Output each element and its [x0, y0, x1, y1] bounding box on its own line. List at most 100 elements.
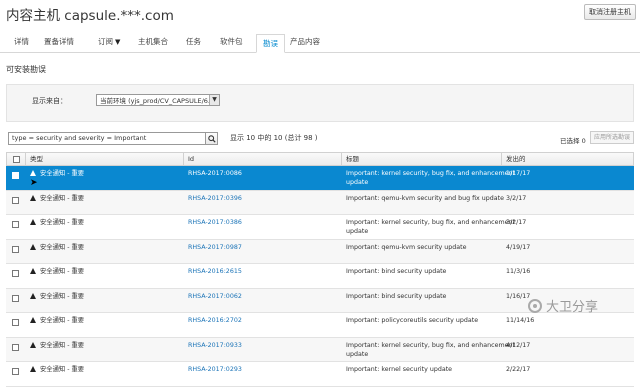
row-type: 安全通知 - 重要 — [30, 264, 180, 276]
show-from-label: 显示来自： — [32, 97, 67, 105]
table-row[interactable]: 安全通知 - 重要 RHSA-2017:0293 Important: kernel… — [6, 362, 634, 387]
row-title: Important: kernel security, bug fix, and… — [346, 219, 515, 235]
row-type: 安全通知 - 重要 — [30, 215, 180, 227]
tab-details[interactable]: 详情 — [14, 36, 29, 47]
row-date: 4/12/17 — [506, 341, 531, 349]
row-type-label: 安全通知 - 重要 — [40, 268, 85, 275]
row-id-link[interactable]: RHSA-2016:2702 — [188, 313, 338, 325]
row-date: 4/19/17 — [506, 243, 531, 251]
warning-icon — [30, 170, 36, 176]
table-row[interactable]: 安全通知 - 重要 RHSA-2017:0396 Important: qemu-k… — [6, 190, 634, 215]
row-checkbox[interactable] — [12, 221, 19, 228]
row-id-link[interactable]: RHSA-2016:2615 — [188, 264, 338, 276]
table-body: 安全通知 - 重要 RHSA-2017:0086 Important: kernel… — [6, 166, 634, 387]
tab-bar: 详情 置备详情 订阅 ▼ 主机集合 任务 软件包 勘误 产品内容 — [0, 34, 640, 53]
warning-icon — [30, 194, 36, 201]
table-row[interactable]: 安全通知 - 重要 RHSA-2016:2615 Important: bind s… — [6, 264, 634, 289]
page-title: 内容主机 capsule.***.com — [6, 8, 174, 24]
tab-packages[interactable]: 软件包 — [220, 36, 243, 47]
row-checkbox[interactable] — [12, 368, 19, 375]
table-row[interactable]: 安全通知 - 重要 RHSA-2017:0086 Important: kernel… — [6, 166, 634, 191]
row-title: Important: policycoreutils security upda… — [346, 317, 479, 324]
wechat-logo-icon — [528, 298, 542, 313]
row-id-link[interactable]: RHSA-2017:0386 — [188, 215, 338, 227]
row-type-label: 安全通知 - 重要 — [40, 366, 85, 373]
tab-host-collections[interactable]: 主机集合 — [138, 36, 168, 47]
row-id-link[interactable]: RHSA-2017:0987 — [188, 240, 338, 252]
column-type[interactable]: 类型 — [25, 153, 183, 165]
warning-icon — [30, 268, 36, 274]
row-type: 安全通知 - 重要 — [30, 240, 180, 252]
dropdown-arrow-icon: ▼ — [209, 95, 219, 105]
row-type-label: 安全通知 - 重要 — [40, 194, 85, 202]
mouse-cursor-icon: ➤ — [30, 178, 38, 188]
row-checkbox[interactable] — [12, 270, 19, 277]
row-type-label: 安全通知 - 重要 — [40, 243, 85, 251]
result-count: 显示 10 中的 10 (总计 98 ) — [230, 134, 318, 142]
row-title: Important: bind security update — [346, 268, 447, 275]
row-date: 3/2/17 — [506, 194, 527, 202]
column-issued[interactable]: 发出的 — [501, 153, 633, 165]
table-header: 类型 Id 标题 发出的 — [6, 152, 634, 166]
tab-subscriptions-label: 订阅 — [98, 37, 113, 46]
selected-count: 已选择 0 — [560, 137, 586, 145]
tab-provisioning[interactable]: 置备详情 — [44, 36, 74, 47]
row-title: Important: kernel security, bug fix, and… — [346, 341, 515, 358]
row-date: 2/22/17 — [506, 366, 531, 373]
row-type: 安全通知 - 重要 — [30, 313, 180, 325]
row-checkbox[interactable] — [12, 245, 19, 253]
row-type: 安全通知 - 重要 — [30, 166, 180, 178]
row-type: 安全通知 - 重要 — [30, 191, 180, 203]
chevron-down-icon: ▼ — [115, 38, 121, 46]
environment-select[interactable]: 当前环境 (yjs_prod/CV_CAPSULE/6.2.8) ▼ — [96, 94, 220, 106]
row-title: Important: qemu-kvm security update — [346, 243, 467, 251]
tab-tasks[interactable]: 任务 — [186, 36, 201, 47]
column-title[interactable]: 标题 — [341, 153, 501, 165]
row-type-label: 安全通知 - 重要 — [40, 170, 85, 177]
header: 内容主机 capsule.***.com 取消注册主机 — [0, 0, 640, 26]
table-row[interactable]: 安全通知 - 重要 RHSA-2017:0386 Important: kernel… — [6, 215, 634, 240]
search-input[interactable]: type = security and severity = Important — [8, 132, 206, 145]
row-date: 1/17/17 — [506, 170, 531, 177]
row-date: 11/3/16 — [506, 268, 531, 275]
row-id-link[interactable]: RHSA-2017:0933 — [188, 338, 338, 350]
select-all-checkbox[interactable] — [13, 156, 20, 163]
tab-subscriptions[interactable]: 订阅 ▼ — [98, 36, 120, 47]
search-icon — [207, 134, 216, 143]
watermark: 大卫分享 — [528, 296, 598, 315]
warning-icon — [30, 292, 36, 299]
row-checkbox[interactable] — [12, 319, 19, 326]
tab-errata[interactable]: 勘误 — [256, 34, 285, 53]
column-id[interactable]: Id — [183, 153, 341, 165]
row-id-link[interactable]: RHSA-2017:0396 — [188, 191, 338, 203]
row-type-label: 安全通知 - 重要 — [40, 317, 85, 324]
row-checkbox[interactable] — [12, 172, 19, 179]
warning-icon — [30, 243, 36, 250]
row-title: Important: kernel security, bug fix, and… — [346, 170, 515, 186]
unregister-host-button[interactable]: 取消注册主机 — [584, 4, 636, 20]
environment-select-value: 当前环境 (yjs_prod/CV_CAPSULE/6.2.8) — [100, 97, 220, 105]
search-button[interactable] — [205, 132, 218, 145]
row-date: 3/2/17 — [506, 219, 527, 226]
row-type-label: 安全通知 - 重要 — [40, 292, 85, 300]
row-type: 安全通知 - 重要 — [30, 338, 180, 350]
table-row[interactable]: 安全通知 - 重要 RHSA-2017:0987 Important: qemu-k… — [6, 239, 634, 264]
row-title: Important: bind security update — [346, 292, 447, 300]
warning-icon — [30, 366, 36, 372]
table-row[interactable]: 安全通知 - 重要 RHSA-2017:0933 Important: kernel… — [6, 337, 634, 362]
row-type: 安全通知 - 重要 — [30, 362, 180, 374]
errata-table: 类型 Id 标题 发出的 安全通知 - 重要 RHSA-2017:0086 Impo… — [6, 152, 634, 387]
row-id-link[interactable]: RHSA-2017:0086 — [188, 166, 338, 178]
warning-icon — [30, 341, 36, 348]
row-checkbox[interactable] — [12, 294, 19, 302]
tab-product-content[interactable]: 产品内容 — [290, 36, 320, 47]
row-checkbox[interactable] — [12, 196, 19, 204]
row-id-link[interactable]: RHSA-2017:0293 — [188, 362, 338, 374]
section-title: 可安装勘误 — [6, 65, 46, 74]
row-checkbox[interactable] — [12, 343, 19, 351]
warning-icon — [30, 317, 36, 323]
row-id-link[interactable]: RHSA-2017:0062 — [188, 289, 338, 301]
watermark-text: 大卫分享 — [546, 300, 599, 315]
apply-errata-button[interactable]: 应用所选勘误 — [590, 131, 634, 144]
row-type-label: 安全通知 - 重要 — [40, 341, 85, 349]
